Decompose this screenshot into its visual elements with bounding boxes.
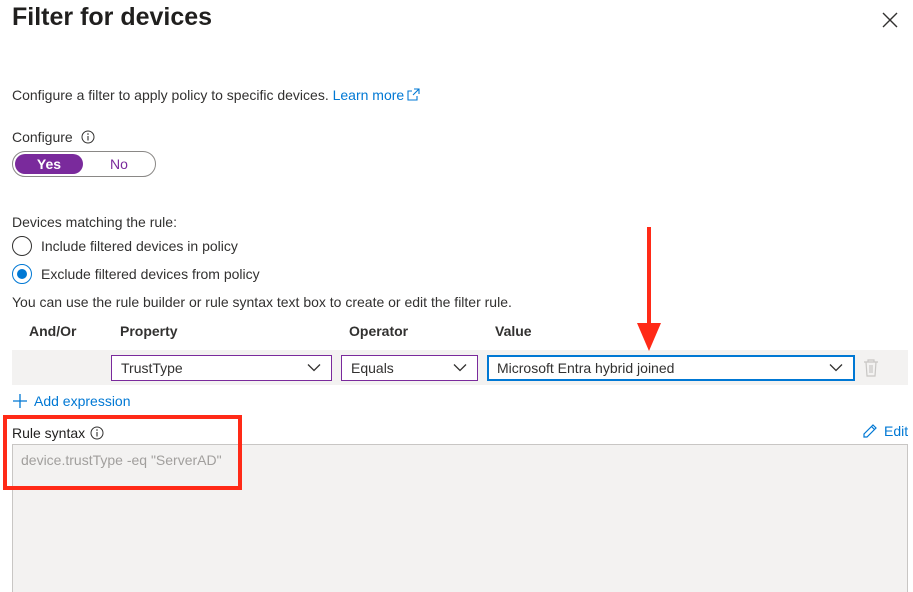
exclude-radio-option[interactable]: Exclude filtered devices from policy xyxy=(12,264,260,284)
plus-icon xyxy=(13,394,27,408)
property-dropdown[interactable]: TrustType xyxy=(111,355,332,381)
close-button[interactable] xyxy=(878,8,902,32)
column-header-value: Value xyxy=(495,323,532,339)
chevron-down-icon xyxy=(307,364,321,372)
operator-dropdown[interactable]: Equals xyxy=(341,355,478,381)
column-header-property: Property xyxy=(120,323,178,339)
exclude-radio[interactable] xyxy=(12,264,32,284)
annotation-arrow xyxy=(637,227,661,351)
highlight-box xyxy=(3,415,242,490)
add-expression-button[interactable]: Add expression xyxy=(12,393,131,409)
configure-toggle[interactable]: Yes No xyxy=(12,151,156,177)
external-link-icon xyxy=(407,88,420,101)
panel-description: Configure a filter to apply policy to sp… xyxy=(12,87,420,103)
include-radio-option[interactable]: Include filtered devices in policy xyxy=(12,236,238,256)
rule-help-text: You can use the rule builder or rule syn… xyxy=(12,294,512,310)
include-radio-label: Include filtered devices in policy xyxy=(41,238,238,254)
configure-no-option[interactable]: No xyxy=(85,154,153,174)
value-dropdown[interactable]: Microsoft Entra hybrid joined xyxy=(487,355,855,381)
learn-more-link[interactable]: Learn more xyxy=(333,87,421,103)
devices-matching-label: Devices matching the rule: xyxy=(12,214,177,230)
pencil-icon xyxy=(863,424,877,438)
info-icon[interactable] xyxy=(81,130,95,144)
exclude-radio-label: Exclude filtered devices from policy xyxy=(41,266,260,282)
configure-yes-option[interactable]: Yes xyxy=(15,154,83,174)
include-radio[interactable] xyxy=(12,236,32,256)
panel-title: Filter for devices xyxy=(12,3,213,31)
chevron-down-icon xyxy=(829,364,843,372)
column-header-operator: Operator xyxy=(349,323,409,339)
trash-icon[interactable] xyxy=(862,358,880,378)
chevron-down-icon xyxy=(453,364,467,372)
edit-rule-button[interactable]: Edit xyxy=(862,423,908,439)
configure-label: Configure xyxy=(12,129,95,145)
description-text: Configure a filter to apply policy to sp… xyxy=(12,87,329,103)
column-header-and-or: And/Or xyxy=(29,323,77,339)
close-icon xyxy=(882,12,898,28)
